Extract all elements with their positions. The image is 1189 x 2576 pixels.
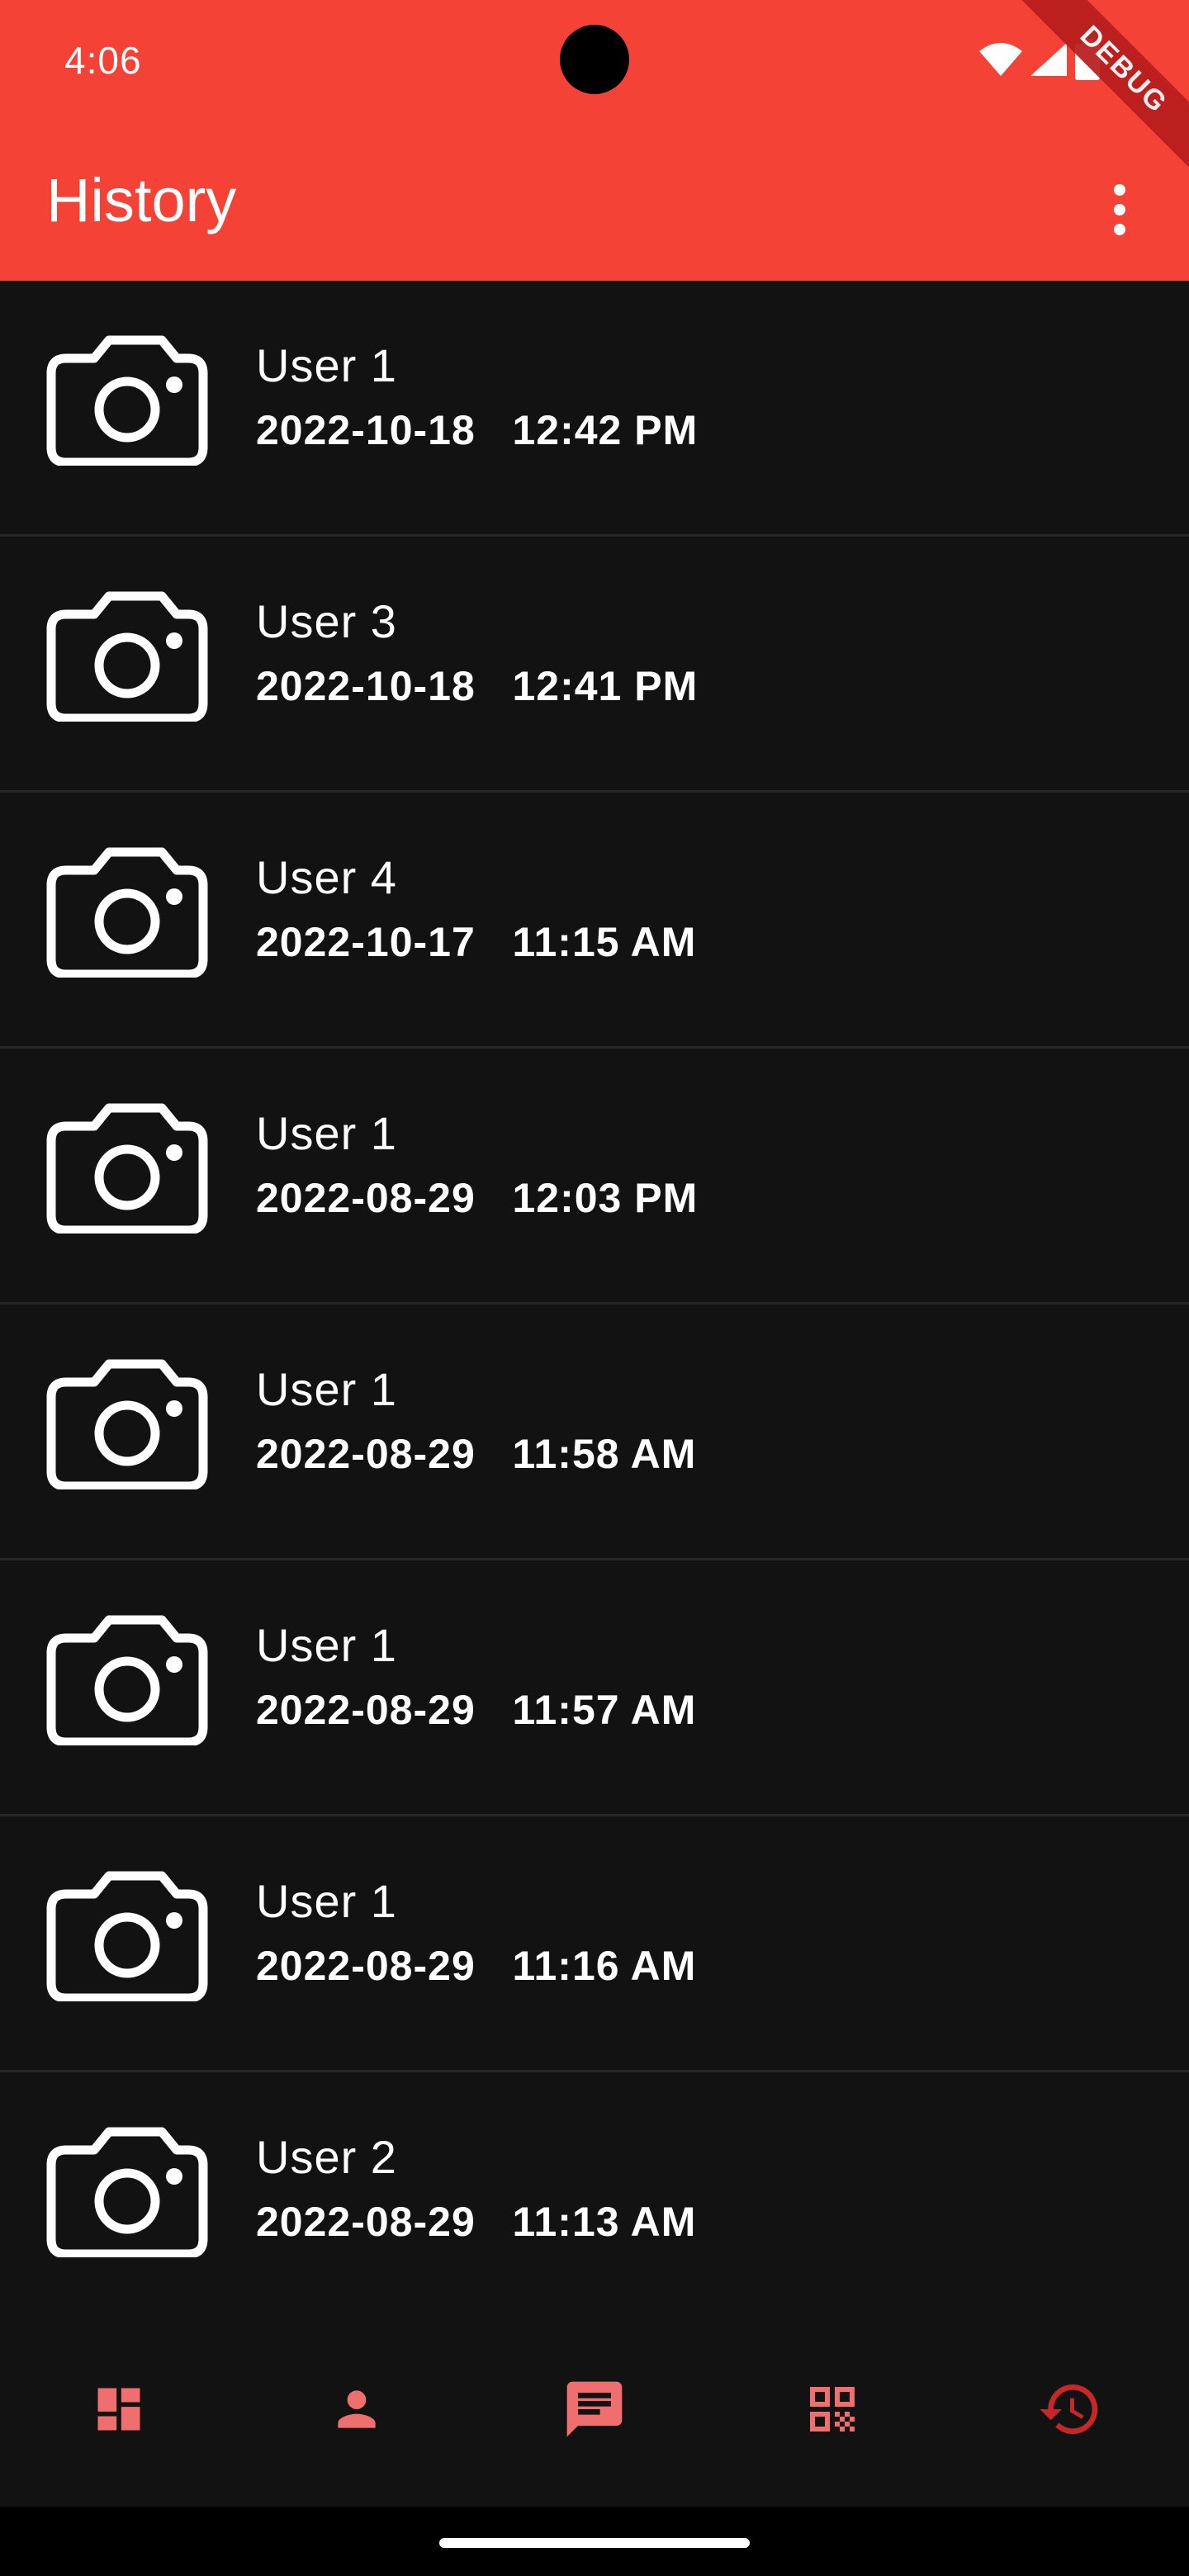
item-date: 2022-08-29 <box>256 1687 476 1733</box>
nav-item-dashboard[interactable] <box>0 2312 238 2507</box>
item-time: 12:03 PM <box>512 1175 699 1221</box>
item-date: 2022-08-29 <box>256 1175 476 1221</box>
item-date: 2022-10-18 <box>256 407 476 453</box>
camera-icon <box>46 1101 208 1235</box>
nav-item-history[interactable] <box>951 2312 1189 2507</box>
history-icon <box>1037 2376 1103 2442</box>
item-user-name: User 1 <box>256 1875 397 1927</box>
nav-item-person[interactable] <box>238 2312 476 2507</box>
overflow-menu-button[interactable] <box>1095 168 1144 251</box>
qr-code-icon <box>803 2379 862 2439</box>
nav-item-qr-code[interactable] <box>713 2312 951 2507</box>
list-item[interactable]: User 1 2022-08-29 11:16 AM <box>0 1816 1189 2072</box>
dashboard-icon <box>91 2381 147 2437</box>
front-camera-cutout <box>560 25 629 94</box>
item-time: 11:15 AM <box>512 919 697 965</box>
item-user-name: User 1 <box>256 339 397 391</box>
camera-icon <box>46 1869 208 2003</box>
item-time: 11:58 AM <box>512 1431 697 1477</box>
item-user-name: User 1 <box>256 1619 397 1671</box>
status-bar: 4:06 DEBUG <box>0 0 1189 182</box>
item-time: 11:57 AM <box>512 1687 697 1733</box>
camera-icon <box>46 590 208 723</box>
camera-icon <box>46 1613 208 1747</box>
item-date: 2022-08-29 <box>256 1943 476 1989</box>
list-item[interactable]: User 1 2022-08-29 11:58 AM <box>0 1305 1189 1560</box>
list-item[interactable]: User 1 2022-08-29 12:03 PM <box>0 1049 1189 1305</box>
item-datetime: 2022-10-18 12:42 PM <box>256 406 698 454</box>
item-datetime: 2022-08-29 11:16 AM <box>256 1942 696 1990</box>
item-user-name: User 1 <box>256 1107 397 1159</box>
person-icon <box>329 2381 385 2437</box>
top-bar-background: 4:06 DEBUG History <box>0 0 1189 281</box>
item-date: 2022-10-17 <box>256 919 476 965</box>
app-root: 4:06 DEBUG History User 1 2022-10-18 12:… <box>0 0 1189 2576</box>
item-datetime: 2022-10-17 11:15 AM <box>256 918 696 966</box>
camera-icon <box>46 1357 208 1491</box>
history-list: User 1 2022-10-18 12:42 PM User 3 2022-10-1… <box>0 281 1189 2328</box>
home-indicator[interactable] <box>439 2538 750 2548</box>
list-item[interactable]: User 1 2022-10-18 12:42 PM <box>0 281 1189 537</box>
item-datetime: 2022-08-29 12:03 PM <box>256 1174 698 1222</box>
nav-item-chat[interactable] <box>476 2312 713 2507</box>
item-user-name: User 3 <box>256 595 397 647</box>
camera-icon <box>46 845 208 979</box>
item-user-name: User 1 <box>256 1363 397 1415</box>
list-item[interactable]: User 2 2022-08-29 11:13 AM <box>0 2072 1189 2328</box>
wifi-icon <box>979 43 1022 76</box>
bottom-navigation <box>0 2312 1189 2507</box>
page-title: History <box>46 166 237 234</box>
item-datetime: 2022-08-29 11:13 AM <box>256 2198 696 2246</box>
item-date: 2022-08-29 <box>256 1431 476 1477</box>
item-date: 2022-10-18 <box>256 663 476 709</box>
list-item[interactable]: User 4 2022-10-17 11:15 AM <box>0 793 1189 1049</box>
camera-icon <box>46 334 208 467</box>
list-item[interactable]: User 1 2022-08-29 11:57 AM <box>0 1560 1189 1816</box>
list-item[interactable]: User 3 2022-10-18 12:41 PM <box>0 537 1189 793</box>
item-time: 12:41 PM <box>512 663 699 709</box>
item-time: 11:16 AM <box>512 1943 697 1989</box>
app-bar: History <box>0 140 1189 281</box>
item-user-name: User 2 <box>256 2131 397 2183</box>
item-time: 11:13 AM <box>512 2199 697 2245</box>
signal-icon <box>1030 43 1067 76</box>
item-time: 12:42 PM <box>512 407 699 453</box>
status-time: 4:06 <box>64 39 142 82</box>
item-datetime: 2022-10-18 12:41 PM <box>256 662 698 710</box>
camera-icon <box>46 2125 208 2259</box>
more-vert-icon <box>1114 184 1125 235</box>
item-user-name: User 4 <box>256 851 397 903</box>
item-date: 2022-08-29 <box>256 2199 476 2245</box>
chat-icon <box>561 2376 628 2442</box>
item-datetime: 2022-08-29 11:57 AM <box>256 1686 696 1734</box>
system-navigation-bar <box>0 2507 1189 2576</box>
item-datetime: 2022-08-29 11:58 AM <box>256 1430 696 1478</box>
